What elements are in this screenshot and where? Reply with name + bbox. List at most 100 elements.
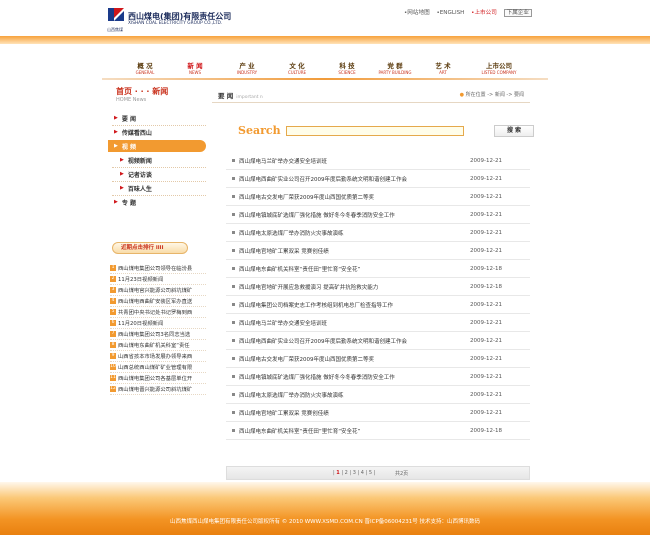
list-item-title[interactable]: 西山煤电马兰矿举办交通安全培训班 <box>239 319 470 327</box>
search-input[interactable] <box>286 126 464 136</box>
next-page-icon[interactable]: | <box>374 470 376 476</box>
rank-number: 4 <box>110 298 116 304</box>
list-item[interactable]: 西山煤电东曲矿机关科室“责任田”里忙育“安全花” 2009-12-18 <box>226 260 530 278</box>
list-item-title[interactable]: 西山煤电官地矿工累双采 竞赛创佳绩 <box>239 247 470 255</box>
list-item[interactable]: 西山煤电古交发电厂荣获2009年度山西国优质第二等奖 2009-12-21 <box>226 350 530 368</box>
logo-mark-icon <box>108 8 124 21</box>
rank-label: 西山煤电东曲矿机关科室“责任 <box>118 343 190 349</box>
footer-copyright: 山西焦煤西山煤电集团有限责任公司版权所有 © 2010 WWW.XSMD.COM… <box>169 519 481 525</box>
list-item-title[interactable]: 西山煤电太原选煤厂举办消防火灾事故演练 <box>239 229 470 237</box>
list-item[interactable]: 西山煤电镇城底矿选煤厂强化措施 做好冬今冬春季消防安全工作 2009-12-21 <box>226 206 530 224</box>
nav-item-listed[interactable]: 上市公司 LISTED COMPANY <box>474 62 524 75</box>
rank-heading: 近期点击排行 iiii <box>112 242 188 254</box>
rank-item[interactable]: 3 西山煤电官兴能源公司斜坑煤矿 <box>110 285 206 296</box>
list-item-title[interactable]: 西山煤电东曲矿机关科室“责任田”里忙育“安全花” <box>239 265 470 273</box>
sidebar-item-video-news[interactable]: ▶ 视频新闻 <box>108 154 206 166</box>
nav-item-culture[interactable]: 文 化 CULTURE <box>272 62 322 75</box>
nav-item-party[interactable]: 党 群 PARTY BUILDING <box>370 62 420 75</box>
list-item-title[interactable]: 西山煤电官地矿工累双采 竞赛创佳绩 <box>239 409 470 417</box>
nav-label: 产 业 <box>239 62 255 70</box>
logo-subtitle: XISHAN COAL ELECTRICITY GROUP CO.,LTD. <box>128 21 223 26</box>
sidebar-item-key-news[interactable]: ▶ 要 闻 <box>108 112 206 124</box>
breadcrumb-text[interactable]: 所在位置 -> 新闻 -> 要闻 <box>466 92 524 98</box>
sidebar-item-interviews[interactable]: ▶ 记者访谈 <box>108 168 206 180</box>
list-item-title[interactable]: 西山煤电东曲矿机关科室“责任田”里忙育“安全花” <box>239 427 470 435</box>
list-item[interactable]: 西山煤电西曲矿实业公司召开2009年度后勤系统文明和谐创建工作会 2009-12-… <box>226 332 530 350</box>
rank-label: 山西省孩本市场发展办领导来西 <box>118 354 193 360</box>
nav-item-news[interactable]: 新 闻 NEWS <box>170 62 220 75</box>
section-header: 要 闻 important n ● 所在位置 -> 新闻 -> 要闻 <box>212 88 530 100</box>
english-link[interactable]: •ENGLISH <box>436 10 464 16</box>
sidebar-item-topics[interactable]: ▶ 专 题 <box>108 196 206 208</box>
list-item-date: 2009-12-21 <box>470 373 502 380</box>
list-item-title[interactable]: 西山煤电官地矿开展应急救援演习 提高矿井抗险救灾能力 <box>239 283 470 291</box>
list-item[interactable]: 西山煤电太原选煤厂举办消防火灾事故演练 2009-12-21 <box>226 386 530 404</box>
rank-item[interactable]: 8 西山煤电东曲矿机关科室“责任 <box>110 340 206 351</box>
rank-item[interactable]: 10 山西总统西山煤矿矿业管理有限 <box>110 362 206 373</box>
list-item-title[interactable]: 西山煤电镇城底矿选煤厂强化措施 做好冬今冬春季消防安全工作 <box>239 211 470 219</box>
list-item-title[interactable]: 西山煤电古交发电厂荣获2009年度山西国优质第二等奖 <box>239 355 470 363</box>
list-item[interactable]: 西山煤电古交发电厂荣获2009年度山西国优质第二等奖 2009-12-21 <box>226 188 530 206</box>
list-item-date: 2009-12-21 <box>470 337 502 344</box>
list-item[interactable]: 西山煤电马兰矿举办交通安全培训班 2009-12-21 <box>226 314 530 332</box>
list-item-title[interactable]: 西山煤电古交发电厂荣获2009年度山西国优质第二等奖 <box>239 193 470 201</box>
logo[interactable]: 西山煤电(集团)有限责任公司 XISHAN COAL ELECTRICITY G… <box>107 7 237 32</box>
rank-item[interactable]: 12 西山煤电晋兴能源公司斜坑煤矿 <box>110 384 206 395</box>
list-item[interactable]: 西山煤电东曲矿机关科室“责任田”里忙育“安全花” 2009-12-18 <box>226 422 530 440</box>
arrow-right-icon: ▶ <box>114 143 118 149</box>
list-item-title[interactable]: 西山煤电集团公司档案史志工作考核组到机电总厂检查指导工作 <box>239 301 470 309</box>
page-current[interactable]: 1 <box>336 470 339 476</box>
list-item-title[interactable]: 西山煤电西曲矿实业公司召开2009年度后勤系统文明和谐创建工作会 <box>239 175 470 183</box>
nav-item-art[interactable]: 艺 术 ART <box>418 62 468 75</box>
rank-item[interactable]: 4 西山煤电西曲矿安装区军办直送 <box>110 296 206 307</box>
subsidiary-select[interactable]: 下属企业 <box>503 9 532 17</box>
list-item[interactable]: 西山煤电马兰矿举办交通安全培训班 2009-12-21 <box>226 152 530 170</box>
list-item[interactable]: 西山煤电西曲矿实业公司召开2009年度后勤系统文明和谐创建工作会 2009-12-… <box>226 170 530 188</box>
bullet-icon <box>232 357 235 360</box>
rank-item[interactable]: 6 11月20日视频新闻 <box>110 318 206 329</box>
nav-label: 党 群 <box>387 62 403 70</box>
rank-item[interactable]: 7 西山煤电集团公司3名同志当选 <box>110 329 206 340</box>
page-link[interactable]: 4 <box>361 470 364 476</box>
list-item[interactable]: 西山煤电官地矿开展应急救援演习 提高矿井抗险救灾能力 2009-12-18 <box>226 278 530 296</box>
list-item-date: 2009-12-21 <box>470 391 502 398</box>
sidebar-item-life[interactable]: ▶ 百味人生 <box>108 182 206 194</box>
nav-label-en: ART <box>439 70 447 75</box>
bullet-icon <box>232 231 235 234</box>
page-link[interactable]: 2 <box>345 470 348 476</box>
page-link[interactable]: 3 <box>353 470 356 476</box>
nav-label-en: PARTY BUILDING <box>378 70 412 75</box>
list-item[interactable]: 西山煤电官地矿工累双采 竞赛创佳绩 2009-12-21 <box>226 404 530 422</box>
list-item-title[interactable]: 西山煤电西曲矿实业公司召开2009年度后勤系统文明和谐创建工作会 <box>239 337 470 345</box>
list-item[interactable]: 西山煤电太原选煤厂举办消防火灾事故演练 2009-12-21 <box>226 224 530 242</box>
rank-item[interactable]: 11 西山煤电集团公司各基层单位开 <box>110 373 206 384</box>
arrow-right-icon: ▶ <box>114 199 118 205</box>
prev-page-icon[interactable]: | <box>333 470 335 476</box>
rank-item[interactable]: 1 西山煤电集团公司领导在临汾县 <box>110 263 206 274</box>
page-title-en: important n <box>236 95 263 100</box>
rank-item[interactable]: 9 山西省孩本市场发展办领导来西 <box>110 351 206 362</box>
sitemap-link[interactable]: •网站地图 <box>404 10 430 16</box>
list-item-title[interactable]: 西山煤电太原选煤厂举办消防火灾事故演练 <box>239 391 470 399</box>
list-item-title[interactable]: 西山煤电镇城底矿选煤厂强化措施 做好冬今冬春季消防安全工作 <box>239 373 470 381</box>
nav-item-science[interactable]: 科 技 SCIENCE <box>322 62 372 75</box>
sidebar-item-media[interactable]: ▶ 传媒看西山 <box>108 126 206 138</box>
list-item-date: 2009-12-21 <box>470 355 502 362</box>
listed-company-link[interactable]: •上市公司 <box>471 10 497 16</box>
rank-item[interactable]: 2 11月23日视频新闻 <box>110 274 206 285</box>
nav-item-general[interactable]: 概 况 GENERAL <box>120 62 170 75</box>
nav-label-en: SCIENCE <box>338 70 356 75</box>
list-item[interactable]: 西山煤电官地矿工累双采 竞赛创佳绩 2009-12-21 <box>226 242 530 260</box>
sidebar-item-video[interactable]: ▶ 视 频 <box>108 140 206 152</box>
page-link[interactable]: 5 <box>369 470 372 476</box>
bullet-icon <box>232 375 235 378</box>
sidebar: 首页 · · · 新闻 HOME News ▶ 要 闻 ▶ 传媒看西山 ▶ 视 … <box>108 80 208 490</box>
list-item[interactable]: 西山煤电镇城底矿选煤厂强化措施 做好冬今冬春季消防安全工作 2009-12-21 <box>226 368 530 386</box>
rank-item[interactable]: 5 共青团中央书记处书记罗梅到西 <box>110 307 206 318</box>
search-button[interactable]: 搜 索 <box>494 125 534 137</box>
list-item-title[interactable]: 西山煤电马兰矿举办交通安全培训班 <box>239 157 470 165</box>
list-item-date: 2009-12-21 <box>470 247 502 254</box>
nav-item-industry[interactable]: 产 业 INDUSTRY <box>222 62 272 75</box>
rank-number: 7 <box>110 331 116 337</box>
list-item[interactable]: 西山煤电集团公司档案史志工作考核组到机电总厂检查指导工作 2009-12-21 <box>226 296 530 314</box>
